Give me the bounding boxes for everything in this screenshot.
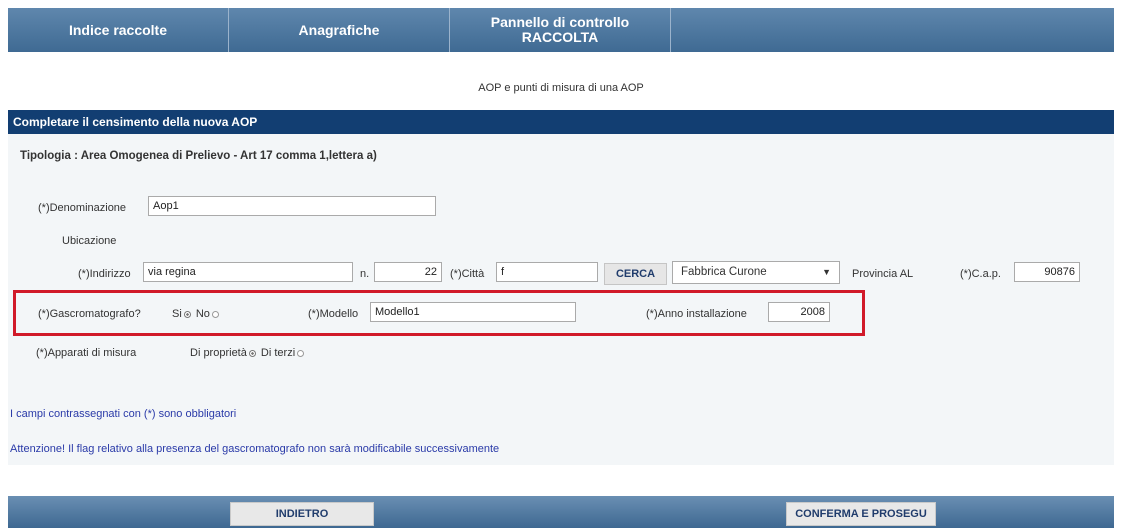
conferma-button[interactable]: CONFERMA E PROSEGU bbox=[786, 502, 936, 526]
note-obbligatori: I campi contrassegnati con (*) sono obbl… bbox=[10, 408, 237, 420]
form-header: Completare il censimento della nuova AOP bbox=[8, 110, 1114, 134]
tab-label: Anagrafiche bbox=[298, 21, 380, 38]
indirizzo-label: (*)Indirizzo bbox=[78, 268, 131, 280]
page-subtitle: AOP e punti di misura di una AOP bbox=[478, 82, 644, 94]
top-navigation: Indice raccolte Anagrafiche Pannello di … bbox=[8, 8, 1114, 52]
tab-label: Indice raccolte bbox=[68, 21, 168, 38]
tab-label-line1: Pannello di controllo bbox=[490, 14, 630, 30]
tab-anagrafiche[interactable]: Anagrafiche bbox=[229, 8, 450, 52]
apparati-label: (*)Apparati di misura bbox=[36, 347, 137, 359]
cap-input[interactable]: 90876 bbox=[1014, 262, 1080, 282]
tab-label-line2: RACCOLTA bbox=[521, 29, 599, 45]
anno-input[interactable]: 2008 bbox=[768, 302, 830, 322]
tab-indice-raccolte[interactable]: Indice raccolte bbox=[8, 8, 229, 52]
radio-proprieta[interactable] bbox=[248, 349, 256, 357]
gascromatografo-label: (*)Gascromatografo? bbox=[38, 308, 141, 320]
tab-pannello-controllo[interactable]: Pannello di controllo RACCOLTA bbox=[450, 8, 671, 52]
numero-input[interactable]: 22 bbox=[374, 262, 442, 282]
anno-label: (*)Anno installazione bbox=[646, 308, 747, 320]
radio-si[interactable] bbox=[183, 310, 191, 318]
ubicazione-label: Ubicazione bbox=[62, 235, 117, 247]
tipologia-label: Tipologia : Area Omogenea di Prelievo - … bbox=[20, 150, 377, 162]
option-si-label: Si bbox=[172, 308, 182, 320]
modello-label: (*)Modello bbox=[308, 308, 359, 320]
comune-select-value: Fabbrica Curone bbox=[681, 266, 767, 278]
option-no-label: No bbox=[195, 308, 210, 320]
numero-label: n. bbox=[360, 268, 370, 280]
citta-input[interactable]: f bbox=[496, 262, 598, 282]
bottom-action-bar bbox=[8, 496, 1114, 528]
cap-label: (*)C.a.p. bbox=[960, 268, 1001, 280]
option-proprieta-label: Di proprietà bbox=[190, 347, 247, 359]
provincia-text: Provincia AL bbox=[852, 268, 914, 280]
option-terzi-label: Di terzi bbox=[260, 347, 296, 359]
comune-select[interactable]: Fabbrica Curone ▼ bbox=[672, 261, 840, 284]
indietro-button[interactable]: INDIETRO bbox=[230, 502, 374, 526]
radio-terzi[interactable] bbox=[297, 349, 305, 357]
indirizzo-input[interactable]: via regina bbox=[143, 262, 353, 282]
note-attenzione: Attenzione! Il flag relativo alla presen… bbox=[10, 443, 500, 455]
modello-input[interactable]: Modello1 bbox=[370, 302, 576, 322]
chevron-down-icon: ▼ bbox=[822, 267, 831, 277]
radio-no[interactable] bbox=[211, 310, 219, 318]
citta-label: (*)Città bbox=[450, 268, 485, 280]
apparati-options: Di proprietà Di terzi bbox=[190, 347, 306, 359]
gascromatografo-options: Si No bbox=[172, 308, 221, 320]
cerca-button[interactable]: CERCA bbox=[604, 263, 667, 285]
denominazione-label: (*)Denominazione bbox=[38, 202, 127, 214]
denominazione-input[interactable]: Aop1 bbox=[148, 196, 436, 216]
